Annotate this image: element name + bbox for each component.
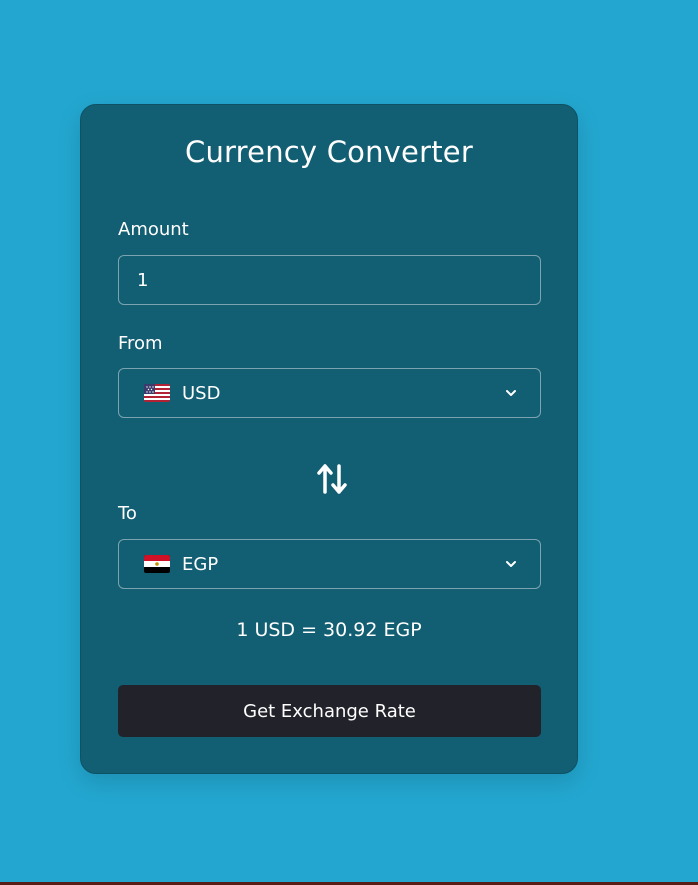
to-label: To bbox=[118, 503, 137, 524]
chevron-down-icon bbox=[506, 561, 516, 567]
swap-arrows-icon[interactable] bbox=[315, 461, 349, 497]
from-currency-select[interactable]: USD bbox=[118, 368, 541, 418]
amount-input[interactable] bbox=[118, 255, 541, 305]
page-title: Currency Converter bbox=[185, 135, 473, 169]
to-currency-select[interactable]: EGP bbox=[118, 539, 541, 589]
exchange-rate-text: 1 USD = 30.92 EGP bbox=[236, 619, 422, 641]
to-currency-value: EGP bbox=[182, 553, 219, 575]
currency-converter-card: Currency Converter Amount From USD T bbox=[80, 104, 578, 774]
us-flag-icon bbox=[144, 384, 170, 402]
amount-label: Amount bbox=[118, 219, 189, 240]
chevron-down-icon bbox=[506, 390, 516, 396]
from-currency-value: USD bbox=[182, 382, 221, 404]
get-exchange-rate-button[interactable]: Get Exchange Rate bbox=[118, 685, 541, 737]
egypt-flag-icon bbox=[144, 555, 170, 573]
from-label: From bbox=[118, 333, 163, 354]
